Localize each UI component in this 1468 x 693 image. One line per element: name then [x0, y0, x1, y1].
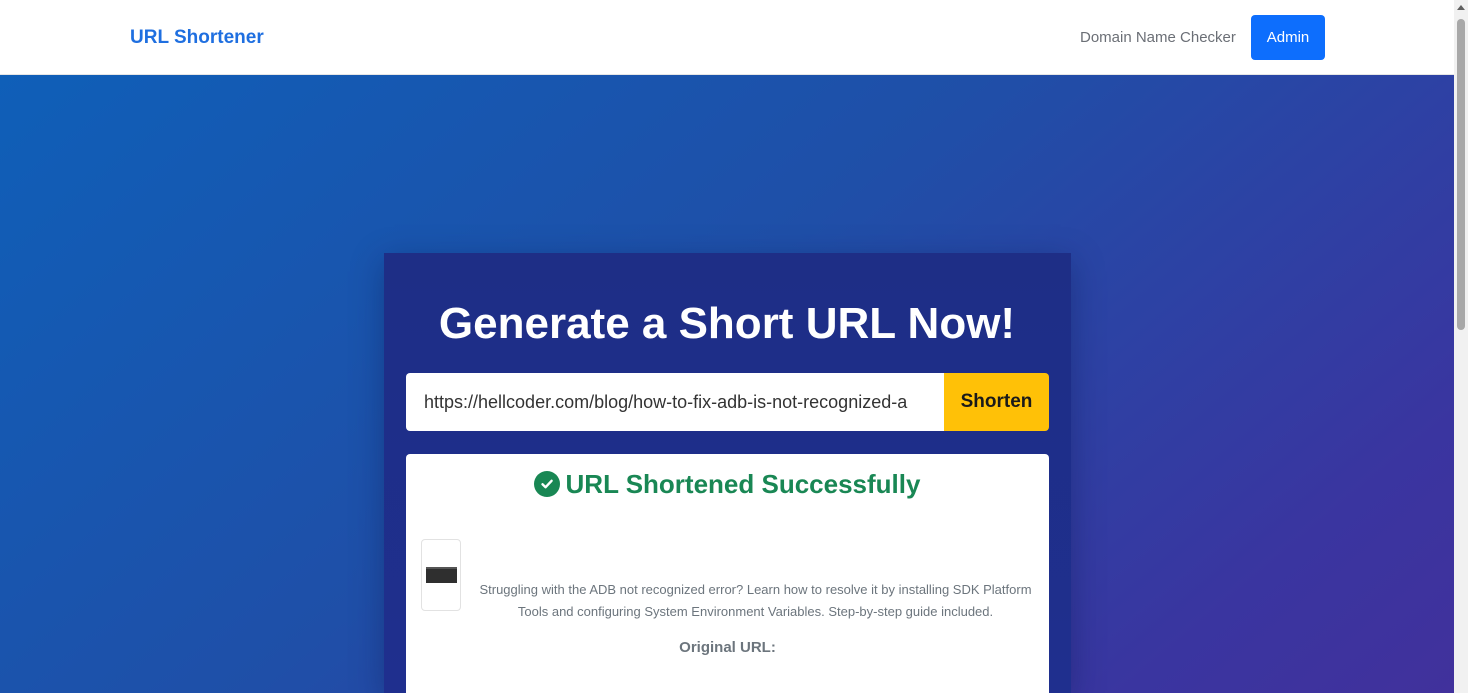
- success-text: URL Shortened Successfully: [565, 469, 921, 499]
- success-message: URL Shortened Successfully: [0, 468, 1454, 500]
- url-input[interactable]: [406, 373, 945, 431]
- admin-button[interactable]: Admin: [1251, 15, 1325, 60]
- brand-logo[interactable]: URL Shortener: [130, 27, 264, 49]
- scrollbar-thumb[interactable]: [1457, 19, 1465, 330]
- original-url-label: Original URL:: [679, 639, 776, 656]
- link-description: Struggling with the ADB not recognized e…: [479, 582, 1032, 619]
- preview-thumbnail: [421, 539, 461, 611]
- page-title: Generate a Short URL Now!: [438, 299, 1016, 348]
- check-circle-icon: [533, 471, 560, 497]
- navbar: URL Shortener Domain Name Checker Admin: [0, 0, 1454, 75]
- nav-link-domain-name-checker[interactable]: Domain Name Checker: [1080, 29, 1236, 47]
- scroll-up-arrow-icon[interactable]: [1457, 5, 1465, 10]
- preview-image: [426, 567, 457, 583]
- shorten-button[interactable]: Shorten: [944, 373, 1049, 431]
- scrollbar[interactable]: [1454, 0, 1468, 693]
